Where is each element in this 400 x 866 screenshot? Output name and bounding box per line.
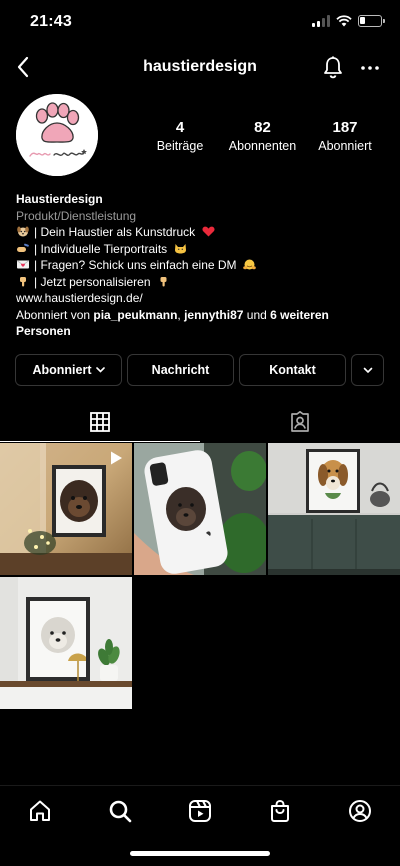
bio-line-text: | Fragen? Schick uns einfach eine DM (34, 258, 237, 272)
bio-line-text: | Dein Haustier als Kunstdruck (34, 225, 196, 239)
stat-following[interactable]: 187 Abonniert (305, 119, 385, 155)
post-thumbnail[interactable] (0, 443, 132, 575)
profile-category: Produkt/Dienstleistung (16, 208, 137, 223)
home-indicator[interactable] (130, 851, 270, 856)
profile-header: haustierdesign (0, 50, 400, 86)
nav-reels[interactable] (180, 791, 220, 831)
posts-count: 4 (175, 119, 185, 136)
profile-avatar[interactable] (16, 94, 98, 176)
profile-actions: Abonniert Nachricht Kontakt (15, 354, 385, 386)
nav-profile[interactable] (340, 791, 380, 831)
red-heart-emoji-icon (202, 226, 215, 237)
notification-bell-icon[interactable] (322, 55, 344, 79)
stat-followers[interactable]: 82 Abonnenten (223, 119, 303, 155)
bottom-navigation (0, 785, 400, 835)
pointing-down-emoji-icon (160, 276, 167, 286)
cellular-signal-icon (312, 15, 330, 27)
posts-grid (0, 443, 400, 709)
post-thumbnail[interactable] (268, 443, 400, 575)
shop-bag-icon (271, 799, 289, 822)
status-bar: 21:43 (0, 0, 400, 46)
nav-search[interactable] (100, 791, 140, 831)
stat-posts[interactable]: 4 Beiträge (140, 119, 220, 155)
chevron-down-icon (95, 367, 105, 373)
followers-label: Abonnenten (228, 139, 297, 153)
nav-home[interactable] (20, 791, 60, 831)
following-button-label: Abonniert (32, 363, 92, 377)
pointing-down-emoji-icon (20, 276, 26, 286)
followers-count: 82 (254, 119, 271, 136)
message-button[interactable]: Nachricht (127, 354, 234, 386)
bio-line: | Fragen? Schick uns einfach eine DM (16, 257, 386, 274)
following-count: 187 (332, 119, 358, 136)
post-image (268, 443, 400, 575)
profile-icon (349, 799, 371, 822)
home-icon (30, 800, 50, 821)
profile-display-name: Haustierdesign (16, 192, 103, 206)
paw-logo-icon (16, 94, 98, 176)
bio-line-text: | Jetzt personalisieren (34, 274, 151, 289)
status-time: 21:43 (30, 13, 72, 30)
bio-line: | Individuelle Tierportraits (16, 241, 386, 258)
post-thumbnail[interactable] (0, 577, 132, 709)
more-options-icon[interactable] (360, 58, 380, 78)
tab-tagged[interactable] (200, 402, 400, 442)
tagged-icon (291, 411, 309, 432)
reel-icon (111, 451, 122, 465)
suggested-accounts-button[interactable] (351, 354, 384, 386)
bio-line-text: | Individuelle Tierportraits (34, 241, 168, 256)
follower-link[interactable]: jennythi87 (184, 308, 243, 322)
bio-line: | Jetzt personalisieren (16, 274, 386, 291)
nav-shop[interactable] (260, 791, 300, 831)
followed-by-prefix: Abonniert von (16, 307, 94, 322)
profile-website-link[interactable]: www.haustierdesign.de/ (16, 290, 386, 307)
cat-face-emoji-icon (174, 243, 186, 253)
profile-tabs (0, 402, 400, 442)
hugging-face-emoji-icon (243, 259, 256, 270)
contact-button[interactable]: Kontakt (239, 354, 346, 386)
chevron-down-icon (363, 367, 372, 373)
following-label: Abonniert (318, 139, 372, 153)
dog-face-emoji-icon (17, 226, 29, 237)
grid-icon (90, 412, 110, 432)
followed-by-text[interactable]: Abonniert von pia_peukmann, jennythi87 u… (16, 307, 386, 340)
follower-link[interactable]: pia_peukmann (93, 308, 177, 322)
status-icons (312, 15, 385, 27)
followed-by-and: und (243, 307, 271, 322)
love-letter-emoji-icon (16, 260, 30, 269)
posts-label: Beiträge (156, 139, 204, 153)
reels-icon (189, 799, 211, 822)
search-icon (109, 800, 132, 822)
post-image (134, 443, 266, 575)
profile-bio: Haustierdesign Produkt/Dienstleistung | … (16, 191, 386, 340)
post-image (0, 577, 132, 709)
post-thumbnail[interactable] (134, 443, 266, 575)
following-button[interactable]: Abonniert (15, 354, 122, 386)
bio-line: | Dein Haustier als Kunstdruck (16, 224, 386, 241)
battery-icon (358, 15, 385, 27)
wifi-icon (336, 15, 352, 27)
writing-hand-emoji-icon (17, 243, 29, 252)
tab-posts-grid[interactable] (0, 402, 200, 442)
profile-stats: 4 Beiträge 82 Abonnenten 187 Abonniert (140, 119, 385, 155)
